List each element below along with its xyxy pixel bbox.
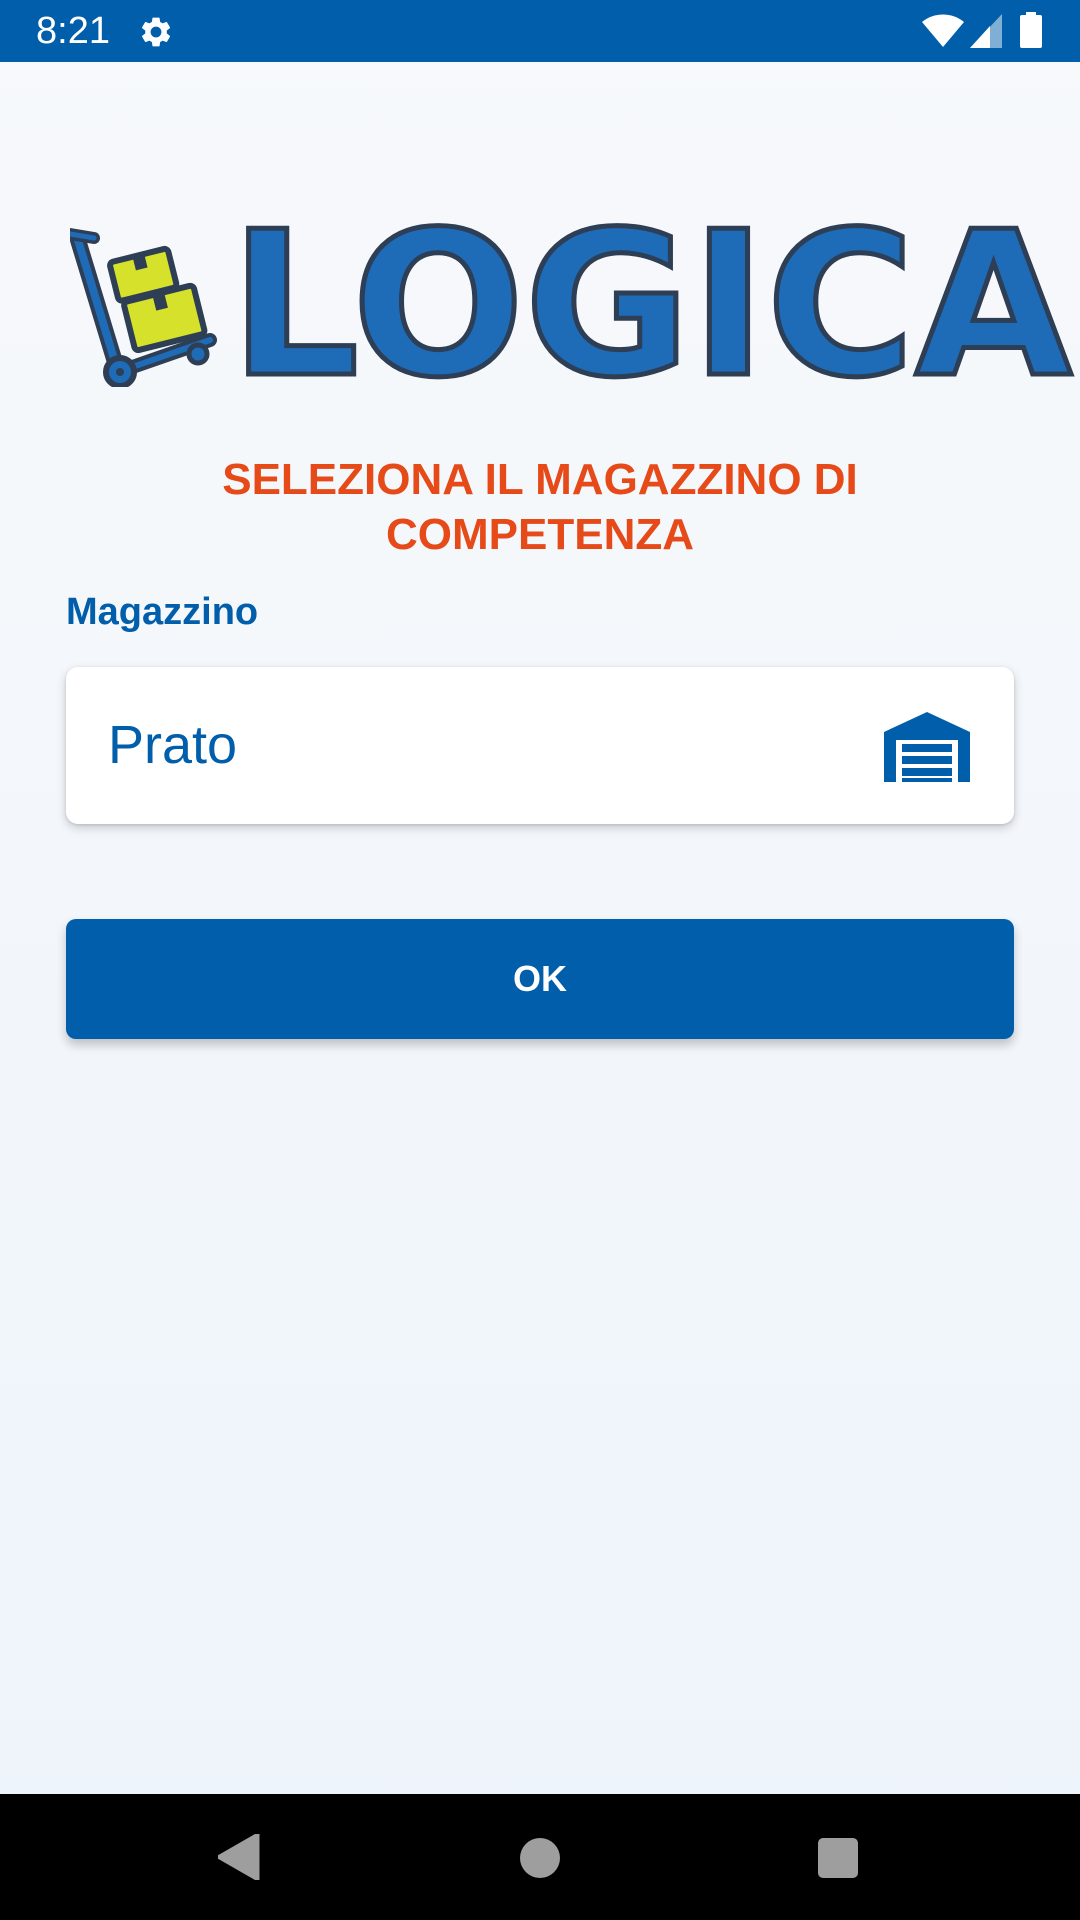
ok-button[interactable]: OK [66,919,1014,1039]
recent-apps-icon[interactable] [818,1838,858,1878]
status-time: 8:21 [36,10,110,52]
page-title: SELEZIONA IL MAGAZZINO DI COMPETENZA [0,452,1080,562]
home-icon[interactable] [520,1838,560,1878]
warehouse-field-label: Magazzino [66,591,259,633]
title-line-1: SELEZIONA IL MAGAZZINO DI [222,455,858,504]
logo-wordmark: LOGICA [230,212,1075,382]
warehouse-icon [884,712,970,782]
logo-text: LOGICA [230,212,1072,382]
hand-truck-icon [70,228,217,387]
warehouse-select[interactable]: Prato [66,667,1014,824]
warehouse-select-value: Prato [108,715,238,775]
status-bar: 8:21 [0,0,1080,62]
logica-logo: LOGICA [70,212,1075,387]
battery-icon [1020,12,1042,48]
gear-icon [142,17,171,47]
title-line-2: COMPETENZA [386,510,694,559]
warehouse-selection-screen: 8:21 LOGICA SELEZIONA IL MAGAZZINO DI CO… [0,0,1080,1920]
back-icon[interactable] [218,1834,260,1880]
wifi-icon [922,14,964,47]
navigation-bar [0,1794,1080,1920]
signal-icon [970,14,1002,48]
